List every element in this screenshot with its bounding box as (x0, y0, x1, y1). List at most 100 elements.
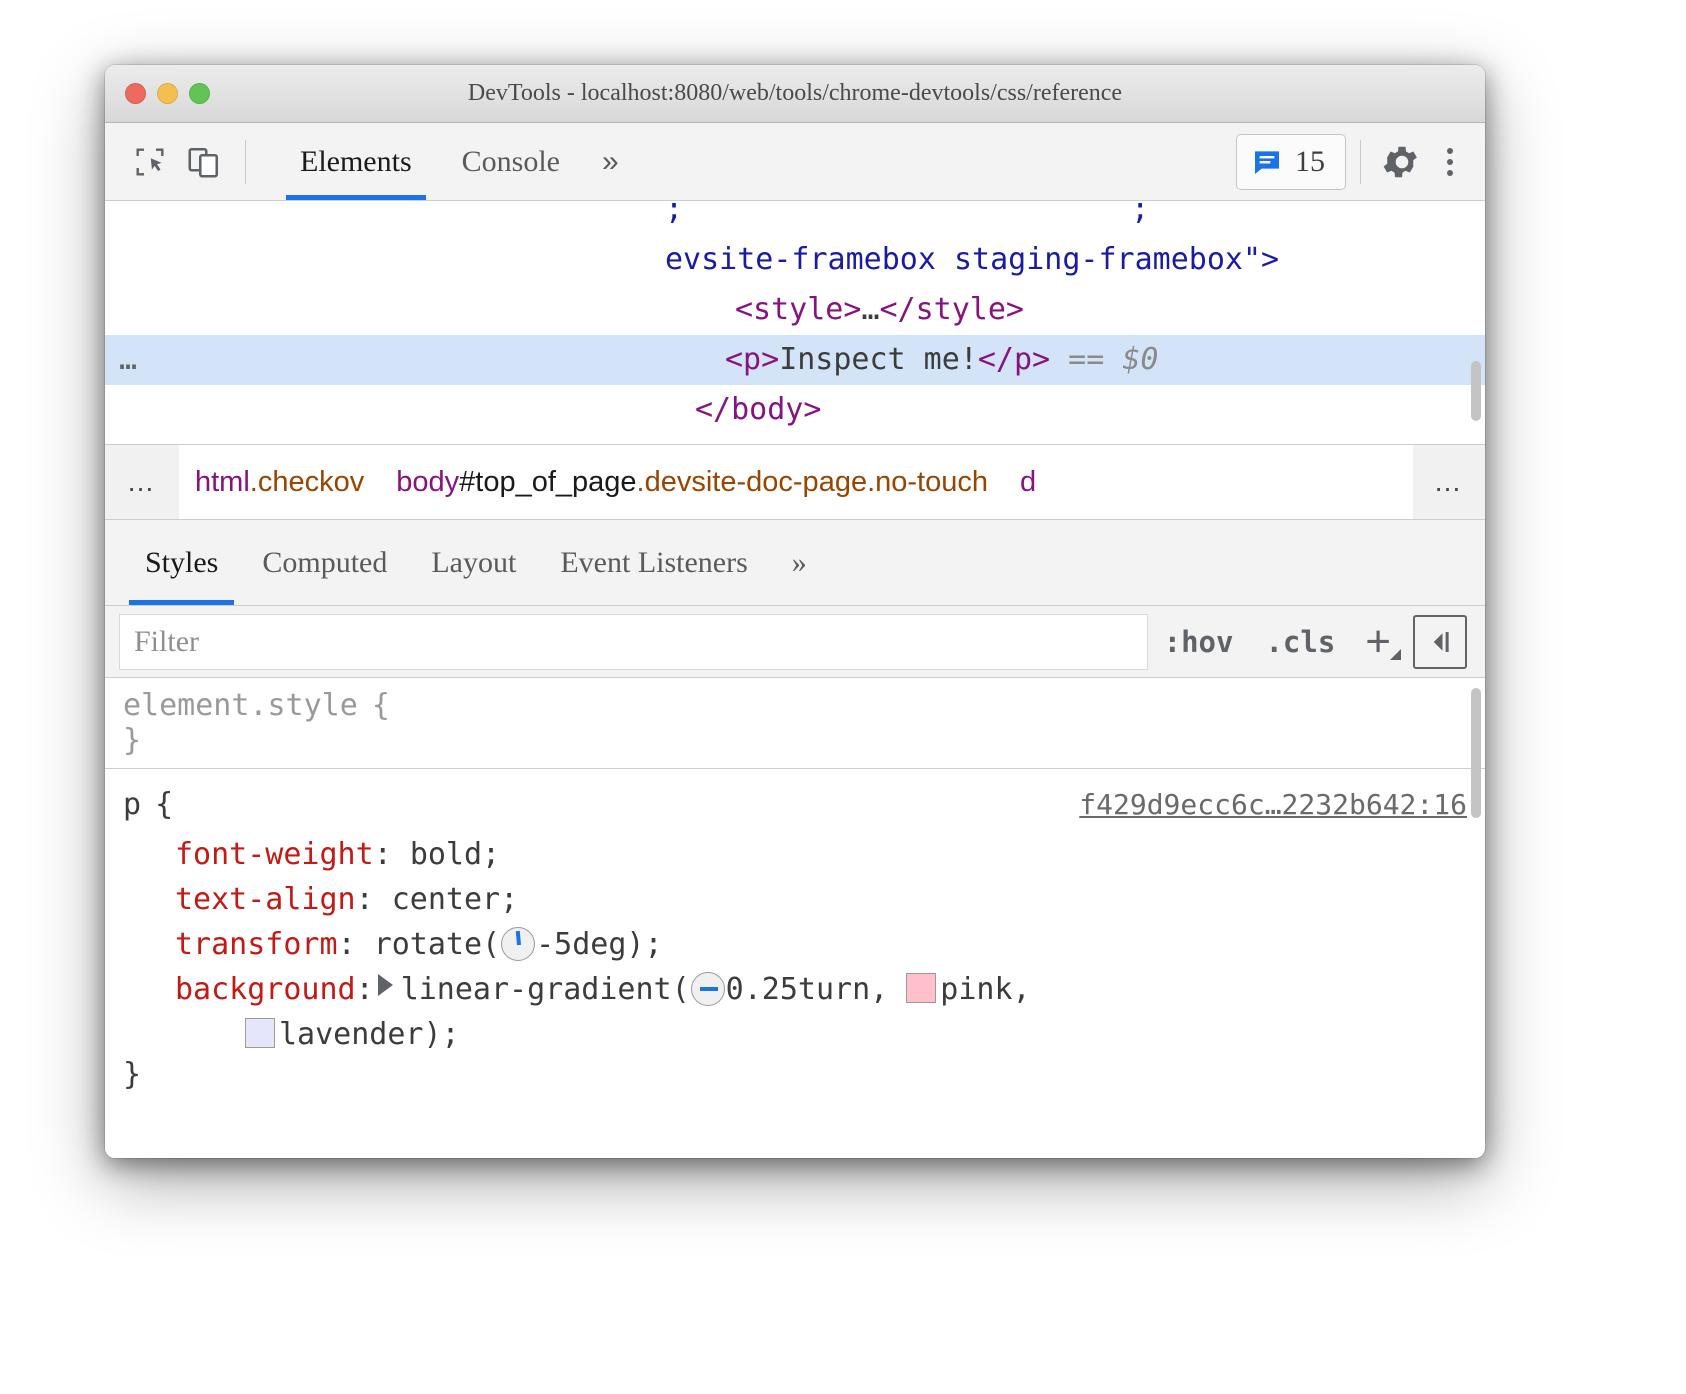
new-style-rule-button[interactable]: + (1351, 620, 1405, 664)
breadcrumb-classes: .devsite-doc-page.no-touch (637, 466, 988, 498)
tab-elements[interactable]: Elements (278, 123, 434, 200)
css-color-stop-lavender[interactable]: lavender (279, 1017, 424, 1052)
css-rule-element-style[interactable]: element.style { } (105, 678, 1485, 768)
filter-placeholder: Filter (134, 625, 199, 659)
dom-attr-tail: "> (1243, 242, 1279, 277)
breadcrumb-tag: html (195, 466, 250, 498)
dom-eq: == (1050, 342, 1122, 377)
css-open-brace: { (372, 688, 390, 723)
filter-input[interactable]: Filter (119, 614, 1148, 670)
styles-filter-bar: Filter :hov .cls + (105, 606, 1485, 678)
toolbar-divider-2 (1360, 140, 1361, 184)
tab-layout-label: Layout (431, 546, 516, 580)
close-window-button[interactable] (125, 83, 146, 104)
dom-row[interactable]: </body> (105, 385, 1485, 435)
breadcrumb-item-html[interactable]: html.checkov (179, 466, 380, 499)
css-color-stop-pink[interactable]: pink (940, 972, 1012, 1007)
tab-event-listeners[interactable]: Event Listeners (538, 520, 769, 605)
css-close-brace: } (105, 1057, 1485, 1092)
css-declaration-font-weight[interactable]: font-weight: bold; (105, 832, 1485, 877)
toggle-element-state-button[interactable]: :hov (1148, 625, 1250, 659)
dom-tag-close: </style> (880, 292, 1025, 327)
css-source-link[interactable]: f429d9ecc6c…2232b642:16 (1079, 788, 1467, 821)
toggle-class-editor-button[interactable]: .cls (1249, 625, 1351, 659)
color-swatch-lavender-icon[interactable] (245, 1018, 275, 1048)
dom-tree-scrollbar[interactable] (1471, 361, 1481, 421)
dom-tag-open: <style> (735, 292, 861, 327)
css-rule-p[interactable]: p { f429d9ecc6c…2232b642:16 font-weight:… (105, 768, 1485, 1102)
dom-row[interactable]: evsite-framebox staging-framebox"> (105, 235, 1485, 285)
css-value-suffix: ); (424, 1017, 460, 1052)
kebab-dot (1447, 159, 1453, 165)
devtools-toolbar: Elements Console » 15 (105, 123, 1485, 201)
inspect-cursor-icon[interactable] (123, 135, 177, 189)
angle-swatch-icon[interactable] (501, 927, 535, 961)
tab-layout[interactable]: Layout (409, 520, 538, 605)
css-rules-scrollbar[interactable] (1471, 688, 1481, 818)
more-panels-icon[interactable]: » (588, 145, 633, 179)
traffic-lights (125, 83, 210, 104)
css-open-brace: { (155, 787, 173, 822)
breadcrumb-classes: .checkov (250, 466, 364, 498)
kebab-dot (1447, 170, 1453, 176)
css-property[interactable]: transform (175, 927, 338, 962)
kebab-menu-icon[interactable] (1429, 148, 1471, 176)
minimize-window-button[interactable] (157, 83, 178, 104)
dom-row-clipped[interactable]: </html> (105, 435, 1485, 444)
plus-dropdown-triangle-icon (1390, 649, 1401, 660)
gear-icon[interactable] (1375, 135, 1429, 189)
breadcrumb: … html.checkov body#top_of_page.devsite-… (105, 444, 1485, 520)
dom-collapsed-content: … (861, 292, 879, 327)
css-declaration-text-align[interactable]: text-align: center; (105, 877, 1485, 922)
css-value[interactable]: bold; (410, 837, 500, 872)
breadcrumb-tag: body (396, 466, 459, 498)
angle-swatch-icon[interactable] (691, 972, 725, 1006)
breadcrumb-overflow-right[interactable]: … (1413, 445, 1485, 519)
css-value-suffix[interactable]: -5deg); (536, 927, 662, 962)
dom-row[interactable]: ; ; (105, 201, 1485, 235)
css-property[interactable]: background (175, 972, 356, 1007)
css-close-brace: } (105, 723, 1485, 758)
window-title: DevTools - localhost:8080/web/tools/chro… (105, 80, 1485, 107)
tab-computed-label: Computed (262, 546, 387, 580)
kebab-dot (1447, 148, 1453, 154)
breadcrumb-item-truncated[interactable]: d (1004, 466, 1052, 499)
panel-tabs: Elements Console » (278, 123, 633, 200)
tab-console[interactable]: Console (440, 123, 582, 200)
css-selector[interactable]: p (123, 787, 141, 822)
css-declaration-transform[interactable]: transform: rotate(-5deg); (105, 922, 1485, 967)
css-value-turn[interactable]: 0.25turn, (726, 972, 907, 1007)
tab-styles[interactable]: Styles (123, 520, 240, 605)
tab-computed[interactable]: Computed (240, 520, 409, 605)
issues-count: 15 (1295, 145, 1325, 179)
css-selector[interactable]: element.style (123, 688, 358, 723)
css-property[interactable]: font-weight (175, 837, 374, 872)
tab-styles-label: Styles (145, 546, 218, 580)
breadcrumb-overflow-left[interactable]: … (105, 445, 179, 519)
dom-tree[interactable]: ; ; evsite-framebox staging-framebox"> <… (105, 201, 1485, 444)
css-value[interactable]: center; (392, 882, 518, 917)
expand-shorthand-icon[interactable] (378, 974, 393, 996)
css-value-prefix: linear-gradient( (401, 972, 690, 1007)
more-styles-tabs-icon[interactable]: » (770, 520, 829, 605)
computed-sidebar-toggle-icon[interactable] (1413, 615, 1467, 669)
window-title-bar: DevTools - localhost:8080/web/tools/chro… (105, 65, 1485, 123)
color-swatch-pink-icon[interactable] (906, 973, 936, 1003)
css-declaration-background[interactable]: background:linear-gradient(0.25turn, pin… (105, 967, 1485, 1057)
device-toolbar-icon[interactable] (177, 135, 231, 189)
dom-row-selected[interactable]: … <p>Inspect me!</p> == $0 (105, 335, 1485, 385)
zoom-window-button[interactable] (189, 83, 210, 104)
css-rule-header: element.style { (105, 688, 1485, 723)
tab-console-label: Console (462, 145, 560, 179)
css-rules-list[interactable]: element.style { } p { f429d9ecc6c…2232b6… (105, 678, 1485, 1158)
issues-badge[interactable]: 15 (1236, 134, 1346, 190)
dom-tag-open: <p> (725, 342, 779, 377)
breadcrumb-item-body[interactable]: body#top_of_page.devsite-doc-page.no-tou… (380, 466, 1004, 499)
css-rule-header: p { f429d9ecc6c…2232b642:16 (105, 787, 1485, 822)
css-property[interactable]: text-align (175, 882, 356, 917)
dom-tag-close-html: </html> (665, 442, 791, 444)
toolbar-divider (245, 140, 246, 184)
dom-row[interactable]: <style>…</style> (105, 285, 1485, 335)
dom-row-overflow-dots[interactable]: … (119, 335, 139, 385)
breadcrumb-id: #top_of_page (459, 466, 636, 498)
